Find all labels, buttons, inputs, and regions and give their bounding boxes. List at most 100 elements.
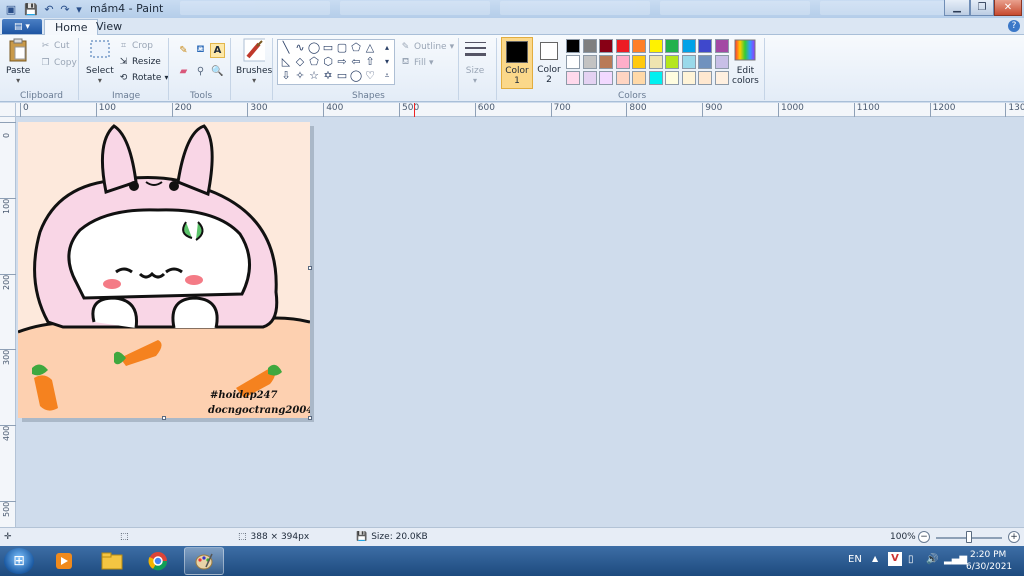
polygon-shape-icon[interactable]: ⬠ [349, 41, 363, 54]
rotate-button[interactable]: ⟲ Rotate ▾ [118, 72, 169, 83]
color-swatch[interactable] [648, 71, 663, 85]
crop-button[interactable]: ⌗ Crop [118, 40, 153, 51]
clock-date[interactable]: 6/30/2021 [966, 562, 1012, 572]
four-point-star-shape-icon[interactable]: ✧ [293, 69, 307, 82]
pentagon-shape-icon[interactable]: ⬠ [307, 55, 321, 68]
file-explorer-taskbar-icon[interactable] [92, 547, 132, 575]
cut-button[interactable]: ✂ Cut [40, 40, 70, 51]
outline-button[interactable]: ✎ Outline ▾ [400, 41, 454, 52]
color-swatch[interactable] [599, 55, 613, 69]
color-swatch[interactable] [698, 39, 712, 53]
color-swatch[interactable] [698, 71, 712, 85]
color-swatch[interactable] [582, 71, 597, 85]
zoom-slider-thumb[interactable] [966, 531, 972, 543]
color-swatch[interactable] [714, 55, 729, 69]
media-player-taskbar-icon[interactable] [44, 547, 84, 575]
color-swatch[interactable] [681, 71, 696, 85]
color-swatch[interactable] [599, 39, 613, 53]
rounded-rectangle-shape-icon[interactable]: ▢ [335, 41, 349, 54]
canvas-resize-handle-bottom[interactable] [162, 416, 166, 420]
color-swatch[interactable] [648, 55, 663, 69]
right-arrow-shape-icon[interactable]: ⇨ [335, 55, 349, 68]
network-signal-icon[interactable]: ▂▄▆ [944, 554, 967, 565]
hexagon-shape-icon[interactable]: ⬡ [321, 55, 335, 68]
color2-button[interactable]: Color 2 [534, 37, 564, 85]
close-button[interactable]: ✕ [994, 0, 1022, 16]
color-swatch[interactable] [714, 71, 729, 85]
eraser-icon[interactable]: ▰ [176, 64, 191, 79]
brushes-dropdown-icon[interactable]: ▾ [252, 76, 256, 85]
shapes-gallery[interactable]: ╲ ∿ ◯ ▭ ▢ ⬠ △ ◺ ◇ ⬠ ⬡ ⇨ ⇦ ⇧ ⇩ ✧ ☆ ✡ ▭ ◯ … [277, 39, 395, 85]
language-indicator[interactable]: EN [848, 554, 862, 565]
select-button[interactable]: Select ▾ [86, 38, 114, 85]
color-swatch[interactable] [632, 71, 646, 85]
color-swatch[interactable] [632, 39, 646, 53]
color-swatch[interactable] [714, 39, 729, 53]
clock-time[interactable]: 2:20 PM [970, 550, 1006, 560]
size-button[interactable]: Size ▾ [464, 38, 486, 85]
volume-icon[interactable]: 🔊 [926, 554, 938, 565]
color-swatch[interactable] [648, 39, 663, 53]
color-picker-icon[interactable]: ⚲ [193, 64, 208, 79]
canvas-resize-handle-corner[interactable] [308, 416, 312, 420]
six-point-star-shape-icon[interactable]: ✡ [321, 69, 335, 82]
triangle-shape-icon[interactable]: △ [363, 41, 377, 54]
color-swatch[interactable] [615, 39, 630, 53]
start-button[interactable]: ⊞ [4, 548, 34, 574]
device-tray-icon[interactable]: ▯ [908, 554, 914, 565]
line-shape-icon[interactable]: ╲ [279, 41, 293, 54]
redo-icon[interactable]: ↷ [58, 2, 72, 16]
diamond-shape-icon[interactable]: ◇ [293, 55, 307, 68]
callout-oval-shape-icon[interactable]: ◯ [349, 69, 363, 82]
quick-access-dropdown-icon[interactable]: ▾ [72, 2, 86, 16]
text-tool-icon[interactable]: A [210, 43, 225, 58]
magnifier-icon[interactable]: 🔍 [210, 64, 225, 79]
color-swatch[interactable] [665, 39, 679, 53]
shapes-scroll-up-icon[interactable]: ▴ [380, 41, 394, 54]
up-arrow-shape-icon[interactable]: ⇧ [363, 55, 377, 68]
paste-dropdown-icon[interactable]: ▾ [16, 76, 20, 85]
color-swatch[interactable] [681, 39, 696, 53]
minimize-button[interactable]: ▁ [944, 0, 970, 16]
chrome-taskbar-icon[interactable] [138, 547, 178, 575]
five-point-star-shape-icon[interactable]: ☆ [307, 69, 321, 82]
undo-icon[interactable]: ↶ [42, 2, 56, 16]
color-swatch[interactable] [615, 55, 630, 69]
fill-button[interactable]: ⛾ Fill ▾ [400, 57, 434, 68]
color-swatch[interactable] [566, 55, 580, 69]
color-swatch[interactable] [665, 71, 679, 85]
copy-button[interactable]: ❐ Copy [40, 57, 76, 68]
callout-rect-shape-icon[interactable]: ▭ [335, 69, 349, 82]
paint-taskbar-icon[interactable] [184, 547, 224, 575]
heart-shape-icon[interactable]: ♡ [363, 69, 377, 82]
show-hidden-icons-icon[interactable]: ▲ [872, 554, 878, 563]
down-arrow-shape-icon[interactable]: ⇩ [279, 69, 293, 82]
drawing-canvas[interactable]: #hoidap247 docngoctrang2004 [18, 122, 310, 418]
shapes-expand-icon[interactable]: ⩡ [380, 69, 394, 82]
paint-app-icon[interactable]: ▣ [4, 2, 18, 16]
tab-view[interactable]: View [86, 19, 132, 36]
color-swatch[interactable] [582, 39, 597, 53]
fill-bucket-icon[interactable]: ⛾ [193, 43, 208, 58]
pencil-icon[interactable]: ✎ [176, 43, 191, 58]
oval-shape-icon[interactable]: ◯ [307, 41, 321, 54]
brushes-button[interactable]: Brushes ▾ [236, 38, 272, 85]
help-icon[interactable]: ? [1008, 20, 1020, 32]
rectangle-shape-icon[interactable]: ▭ [321, 41, 335, 54]
right-triangle-shape-icon[interactable]: ◺ [279, 55, 293, 68]
color-swatch[interactable] [582, 55, 597, 69]
shapes-scroll-down-icon[interactable]: ▾ [380, 55, 394, 68]
curve-shape-icon[interactable]: ∿ [293, 41, 307, 54]
paste-button[interactable]: Paste ▾ [6, 38, 30, 85]
canvas-resize-handle-right[interactable] [308, 266, 312, 270]
resize-button[interactable]: ⇲ Resize [118, 56, 161, 67]
color-swatch[interactable] [566, 71, 580, 85]
color-swatch[interactable] [615, 71, 630, 85]
save-icon[interactable]: 💾 [24, 2, 38, 16]
color-swatch[interactable] [566, 39, 580, 53]
zoom-out-button[interactable]: − [918, 531, 930, 543]
color-swatch[interactable] [632, 55, 646, 69]
unikey-tray-icon[interactable]: V [888, 552, 902, 566]
maximize-button[interactable]: ❐ [970, 0, 994, 16]
color-swatch[interactable] [599, 71, 613, 85]
